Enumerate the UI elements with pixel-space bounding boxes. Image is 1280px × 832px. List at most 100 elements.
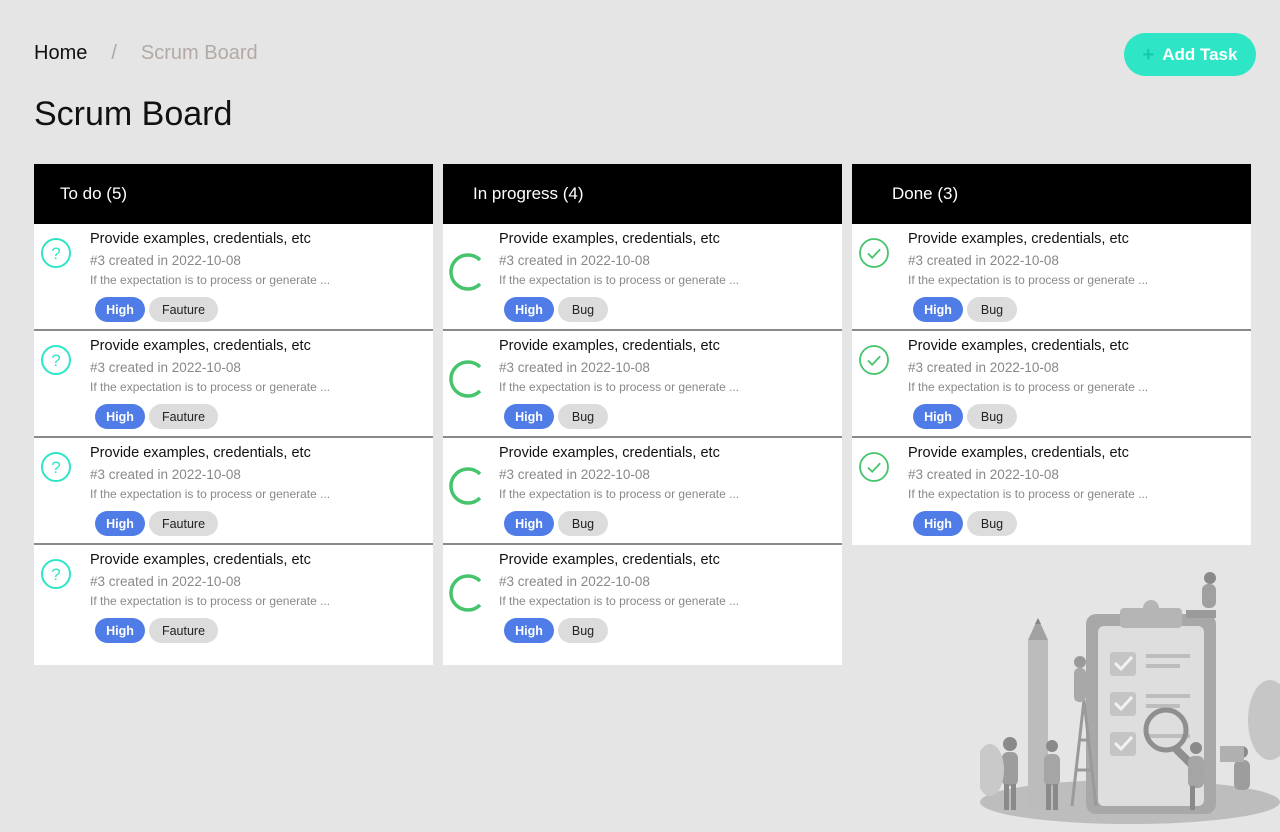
column-todo: To do (5) ? Provide examples, credentials… xyxy=(34,164,433,665)
breadcrumb-home-link[interactable]: Home xyxy=(34,42,87,65)
task-description: If the expectation is to process or gene… xyxy=(90,273,331,287)
column-header: In progress (4) xyxy=(443,164,842,224)
task-description: If the expectation is to process or gene… xyxy=(499,487,740,501)
task-title: Provide examples, credentials, etc xyxy=(908,445,1129,461)
task-card[interactable]: ? Provide examples, credentials, etc #3 cr… xyxy=(34,438,433,545)
task-meta: #3 created in 2022-10-08 xyxy=(90,360,241,375)
svg-text:?: ? xyxy=(51,565,60,584)
priority-badge: High xyxy=(913,404,963,429)
question-circle-icon: ? xyxy=(40,237,72,269)
task-tags: High Bug xyxy=(913,511,1241,536)
task-card[interactable]: ? Provide examples, credentials, etc #3 cr… xyxy=(34,331,433,438)
task-tags: High Bug xyxy=(504,297,832,322)
task-title: Provide examples, credentials, etc xyxy=(499,445,720,461)
task-card[interactable]: Provide examples, credentials, etc #3 cre… xyxy=(852,331,1251,438)
svg-text:?: ? xyxy=(51,244,60,263)
type-badge: Bug xyxy=(558,618,608,643)
priority-badge: High xyxy=(913,511,963,536)
task-tags: High Bug xyxy=(504,404,832,429)
column-title: To do (5) xyxy=(60,184,128,203)
task-card-body: Provide examples, credentials, etc #3 cre… xyxy=(90,232,423,322)
task-card[interactable]: Provide examples, credentials, etc #3 cre… xyxy=(852,224,1251,331)
task-card-body: Provide examples, credentials, etc #3 cre… xyxy=(499,553,832,643)
task-card[interactable]: Provide examples, credentials, etc #3 cre… xyxy=(852,438,1251,545)
plus-icon: + xyxy=(1142,43,1155,66)
task-card-body: Provide examples, credentials, etc #3 cre… xyxy=(908,232,1241,322)
task-card-body: Provide examples, credentials, etc #3 cre… xyxy=(90,553,423,643)
task-card-body: Provide examples, credentials, etc #3 cre… xyxy=(499,232,832,322)
task-title: Provide examples, credentials, etc xyxy=(499,338,720,354)
type-badge: Bug xyxy=(967,297,1017,322)
type-badge: Bug xyxy=(558,404,608,429)
check-circle-icon xyxy=(858,344,890,376)
card-list: Provide examples, credentials, etc #3 cre… xyxy=(443,224,842,665)
check-circle-icon xyxy=(858,237,890,269)
task-meta: #3 created in 2022-10-08 xyxy=(90,467,241,482)
task-description: If the expectation is to process or gene… xyxy=(908,487,1149,501)
type-badge: Bug xyxy=(967,511,1017,536)
task-meta: #3 created in 2022-10-08 xyxy=(90,253,241,268)
column-done: Done (3) Provide examples, credentials, … xyxy=(852,164,1251,545)
task-title: Provide examples, credentials, etc xyxy=(499,231,720,247)
question-circle-icon: ? xyxy=(40,451,72,483)
priority-badge: High xyxy=(504,404,554,429)
priority-badge: High xyxy=(95,404,145,429)
task-description: If the expectation is to process or gene… xyxy=(499,273,740,287)
task-card[interactable]: ? Provide examples, credentials, etc #3 cr… xyxy=(34,224,433,331)
task-description: If the expectation is to process or gene… xyxy=(499,594,740,608)
task-tags: High Fauture xyxy=(95,404,423,429)
task-tags: High Fauture xyxy=(95,618,423,643)
task-card[interactable]: Provide examples, credentials, etc #3 cre… xyxy=(443,331,842,438)
column-header: To do (5) xyxy=(34,164,433,224)
task-card[interactable]: Provide examples, credentials, etc #3 cre… xyxy=(443,438,842,545)
priority-badge: High xyxy=(95,511,145,536)
task-card-body: Provide examples, credentials, etc #3 cre… xyxy=(499,446,832,536)
column-title: In progress (4) xyxy=(473,184,584,203)
add-task-label: Add Task xyxy=(1162,44,1238,64)
progress-ring-icon xyxy=(449,466,489,506)
type-badge: Fauture xyxy=(149,618,218,643)
progress-ring-icon xyxy=(449,252,489,292)
task-card-body: Provide examples, credentials, etc #3 cre… xyxy=(908,339,1241,429)
task-card-body: Provide examples, credentials, etc #3 cre… xyxy=(908,446,1241,536)
task-card[interactable]: ? Provide examples, credentials, etc #3 cr… xyxy=(34,545,433,665)
task-card-body: Provide examples, credentials, etc #3 cre… xyxy=(90,446,423,536)
task-meta: #3 created in 2022-10-08 xyxy=(908,253,1059,268)
task-title: Provide examples, credentials, etc xyxy=(90,552,311,568)
type-badge: Bug xyxy=(558,297,608,322)
task-title: Provide examples, credentials, etc xyxy=(499,552,720,568)
task-tags: High Bug xyxy=(504,618,832,643)
type-badge: Fauture xyxy=(149,297,218,322)
check-circle-icon xyxy=(858,451,890,483)
task-title: Provide examples, credentials, etc xyxy=(908,338,1129,354)
task-title: Provide examples, credentials, etc xyxy=(90,338,311,354)
type-badge: Bug xyxy=(967,404,1017,429)
task-title: Provide examples, credentials, etc xyxy=(908,231,1129,247)
task-card[interactable]: Provide examples, credentials, etc #3 cre… xyxy=(443,545,842,665)
column-header: Done (3) xyxy=(852,164,1251,224)
progress-ring-icon xyxy=(449,359,489,399)
task-meta: #3 created in 2022-10-08 xyxy=(908,467,1059,482)
task-meta: #3 created in 2022-10-08 xyxy=(499,467,650,482)
task-meta: #3 created in 2022-10-08 xyxy=(908,360,1059,375)
task-tags: High Bug xyxy=(504,511,832,536)
priority-badge: High xyxy=(504,618,554,643)
task-title: Provide examples, credentials, etc xyxy=(90,445,311,461)
type-badge: Fauture xyxy=(149,404,218,429)
priority-badge: High xyxy=(504,297,554,322)
type-badge: Bug xyxy=(558,511,608,536)
task-checklist-illustration xyxy=(980,572,1280,824)
add-task-button[interactable]: + Add Task xyxy=(1124,33,1256,76)
question-circle-icon: ? xyxy=(40,344,72,376)
task-meta: #3 created in 2022-10-08 xyxy=(499,253,650,268)
task-tags: High Bug xyxy=(913,297,1241,322)
breadcrumb-separator: / xyxy=(111,42,117,64)
task-card[interactable]: Provide examples, credentials, etc #3 cre… xyxy=(443,224,842,331)
card-list: Provide examples, credentials, etc #3 cre… xyxy=(852,224,1251,545)
svg-text:?: ? xyxy=(51,458,60,477)
task-title: Provide examples, credentials, etc xyxy=(90,231,311,247)
column-title: Done (3) xyxy=(892,184,959,203)
page-title: Scrum Board xyxy=(34,95,233,133)
task-description: If the expectation is to process or gene… xyxy=(908,273,1149,287)
task-description: If the expectation is to process or gene… xyxy=(90,487,331,501)
